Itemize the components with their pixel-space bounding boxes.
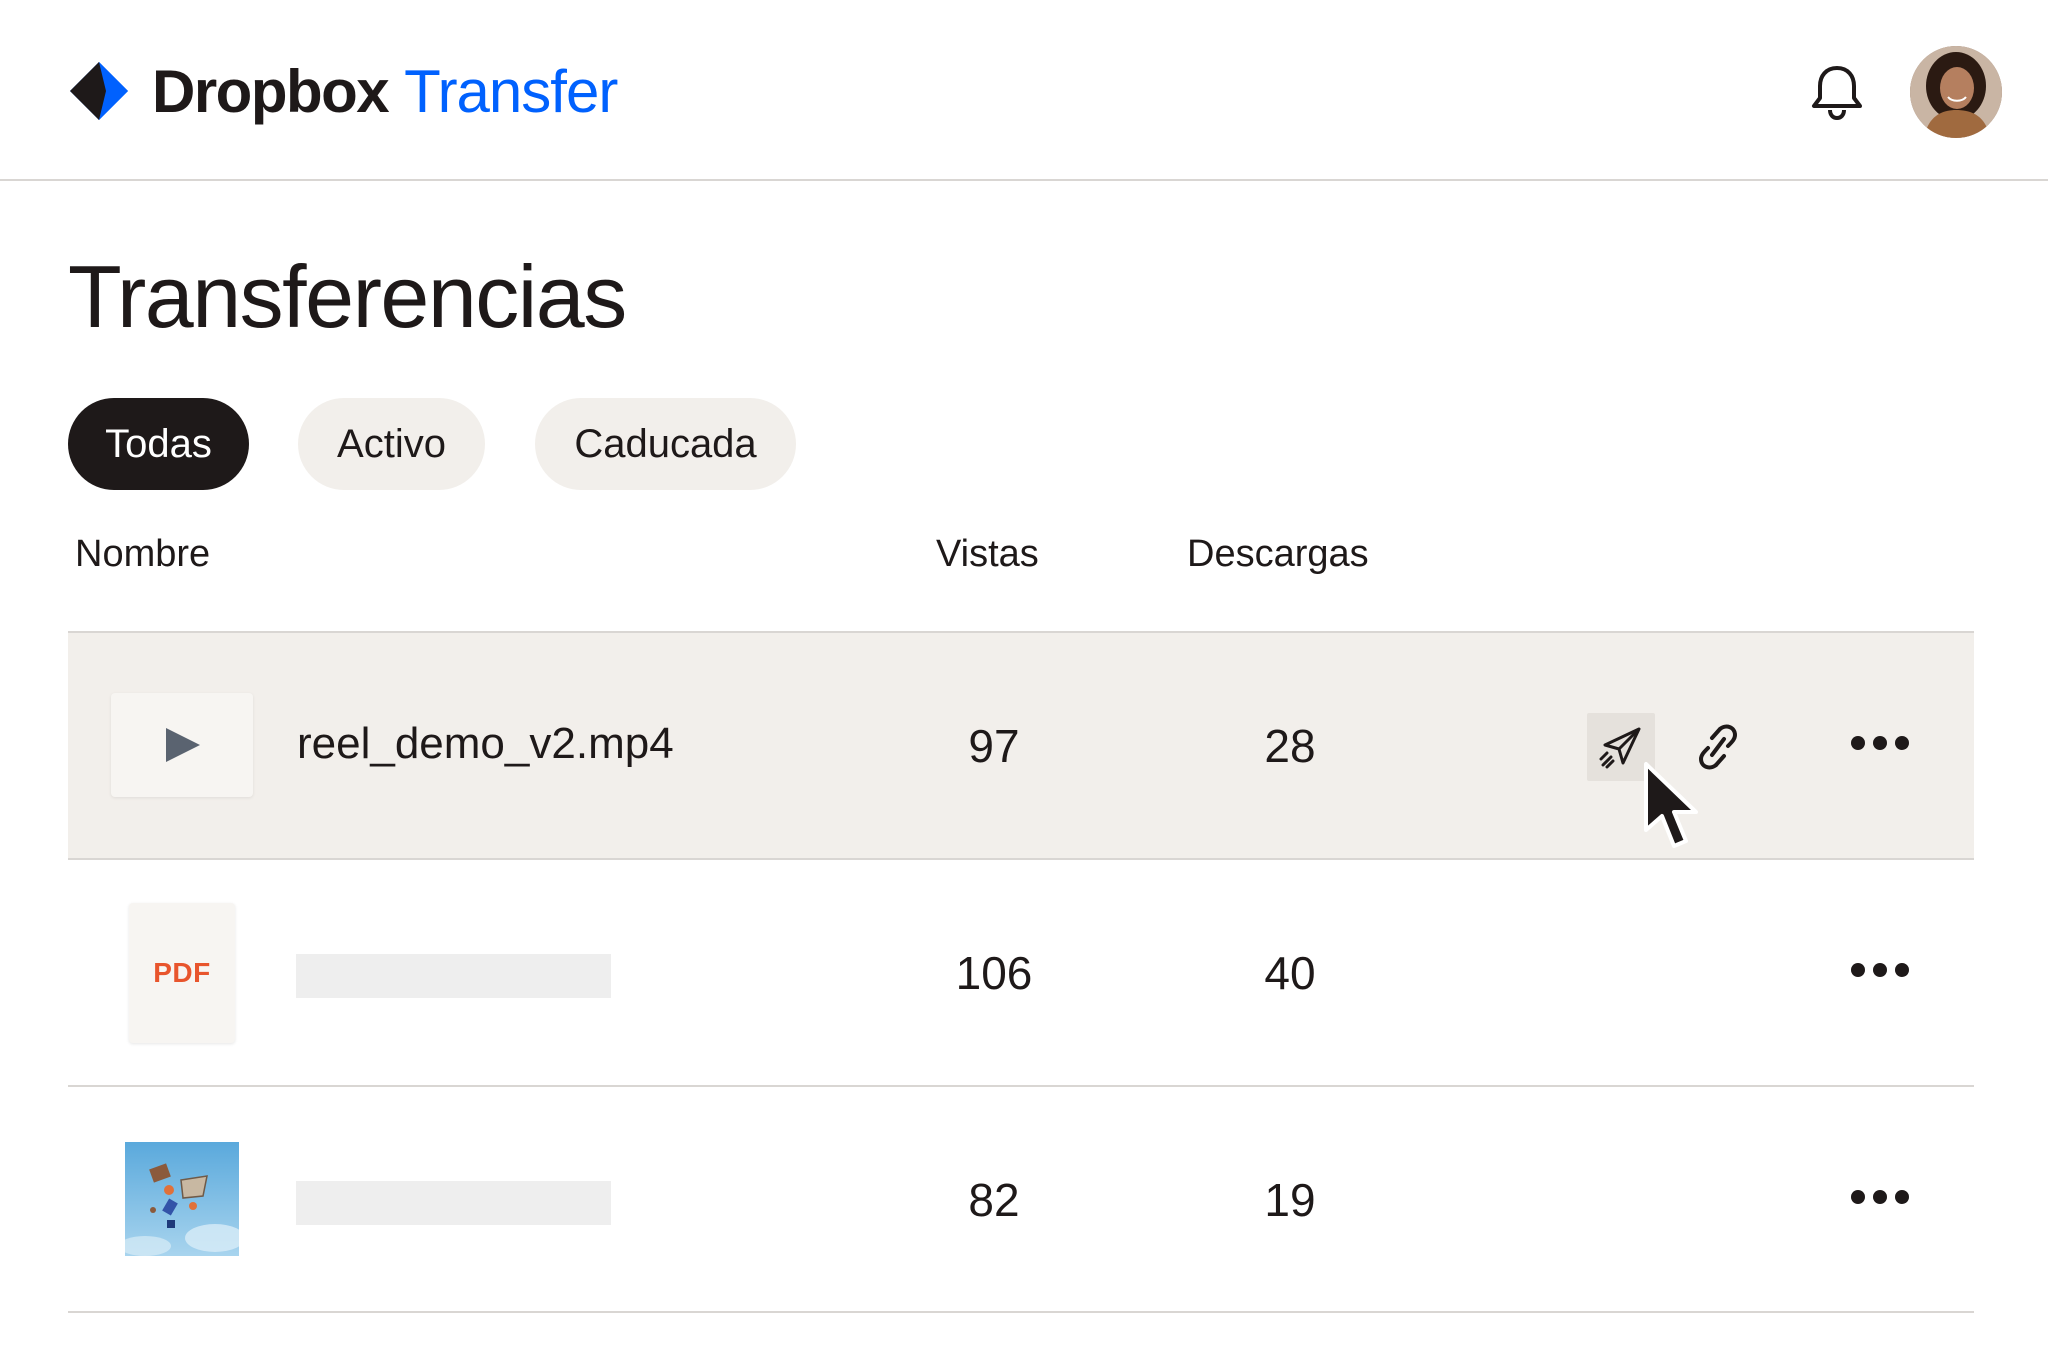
play-icon bbox=[166, 728, 200, 762]
video-thumbnail bbox=[111, 693, 253, 797]
downloads-count: 19 bbox=[1264, 1174, 1316, 1226]
downloads-count: 40 bbox=[1264, 947, 1316, 999]
file-name-placeholder bbox=[296, 954, 611, 998]
filter-expired-pill[interactable]: Caducada bbox=[535, 398, 796, 490]
more-options-button[interactable] bbox=[1847, 723, 1913, 763]
bell-icon[interactable] bbox=[1808, 62, 1866, 122]
views-count: 97 bbox=[968, 720, 1020, 772]
image-thumbnail bbox=[125, 1142, 239, 1256]
send-icon bbox=[1599, 727, 1641, 769]
more-options-button[interactable] bbox=[1847, 1177, 1913, 1217]
user-avatar[interactable] bbox=[1910, 46, 2002, 138]
pdf-thumbnail: PDF bbox=[129, 903, 235, 1043]
top-bar: Dropbox Transfer bbox=[0, 0, 2048, 181]
mouse-cursor-icon bbox=[1644, 762, 1698, 848]
dropbox-logo-icon bbox=[70, 62, 128, 120]
views-count: 82 bbox=[968, 1174, 1020, 1226]
more-options-button[interactable] bbox=[1847, 950, 1913, 990]
column-header-downloads[interactable]: Descargas bbox=[1187, 533, 1369, 576]
brand-product: Transfer bbox=[404, 57, 618, 125]
page: Dropbox Transfer Transferencias Todas Ac… bbox=[0, 0, 2048, 1360]
views-count: 106 bbox=[955, 947, 1033, 999]
more-options-icon bbox=[1851, 1190, 1909, 1204]
more-options-icon bbox=[1851, 736, 1909, 750]
table-row[interactable]: 82 19 bbox=[68, 1085, 1974, 1313]
column-header-name[interactable]: Nombre bbox=[75, 533, 210, 576]
file-name-placeholder bbox=[296, 1181, 611, 1225]
downloads-count: 28 bbox=[1264, 720, 1316, 772]
filter-active-pill[interactable]: Activo bbox=[298, 398, 485, 490]
column-header-views[interactable]: Vistas bbox=[936, 533, 1039, 576]
table-row[interactable]: PDF 106 40 bbox=[68, 858, 1974, 1086]
filter-all-pill[interactable]: Todas bbox=[68, 398, 249, 490]
page-title: Transferencias bbox=[68, 247, 627, 346]
table-row[interactable]: reel_demo_v2.mp4 97 28 bbox=[68, 631, 1974, 859]
brand-name: Dropbox bbox=[152, 57, 390, 125]
more-options-icon bbox=[1851, 963, 1909, 977]
brand[interactable]: Dropbox Transfer bbox=[68, 57, 618, 125]
file-name[interactable]: reel_demo_v2.mp4 bbox=[297, 719, 674, 769]
